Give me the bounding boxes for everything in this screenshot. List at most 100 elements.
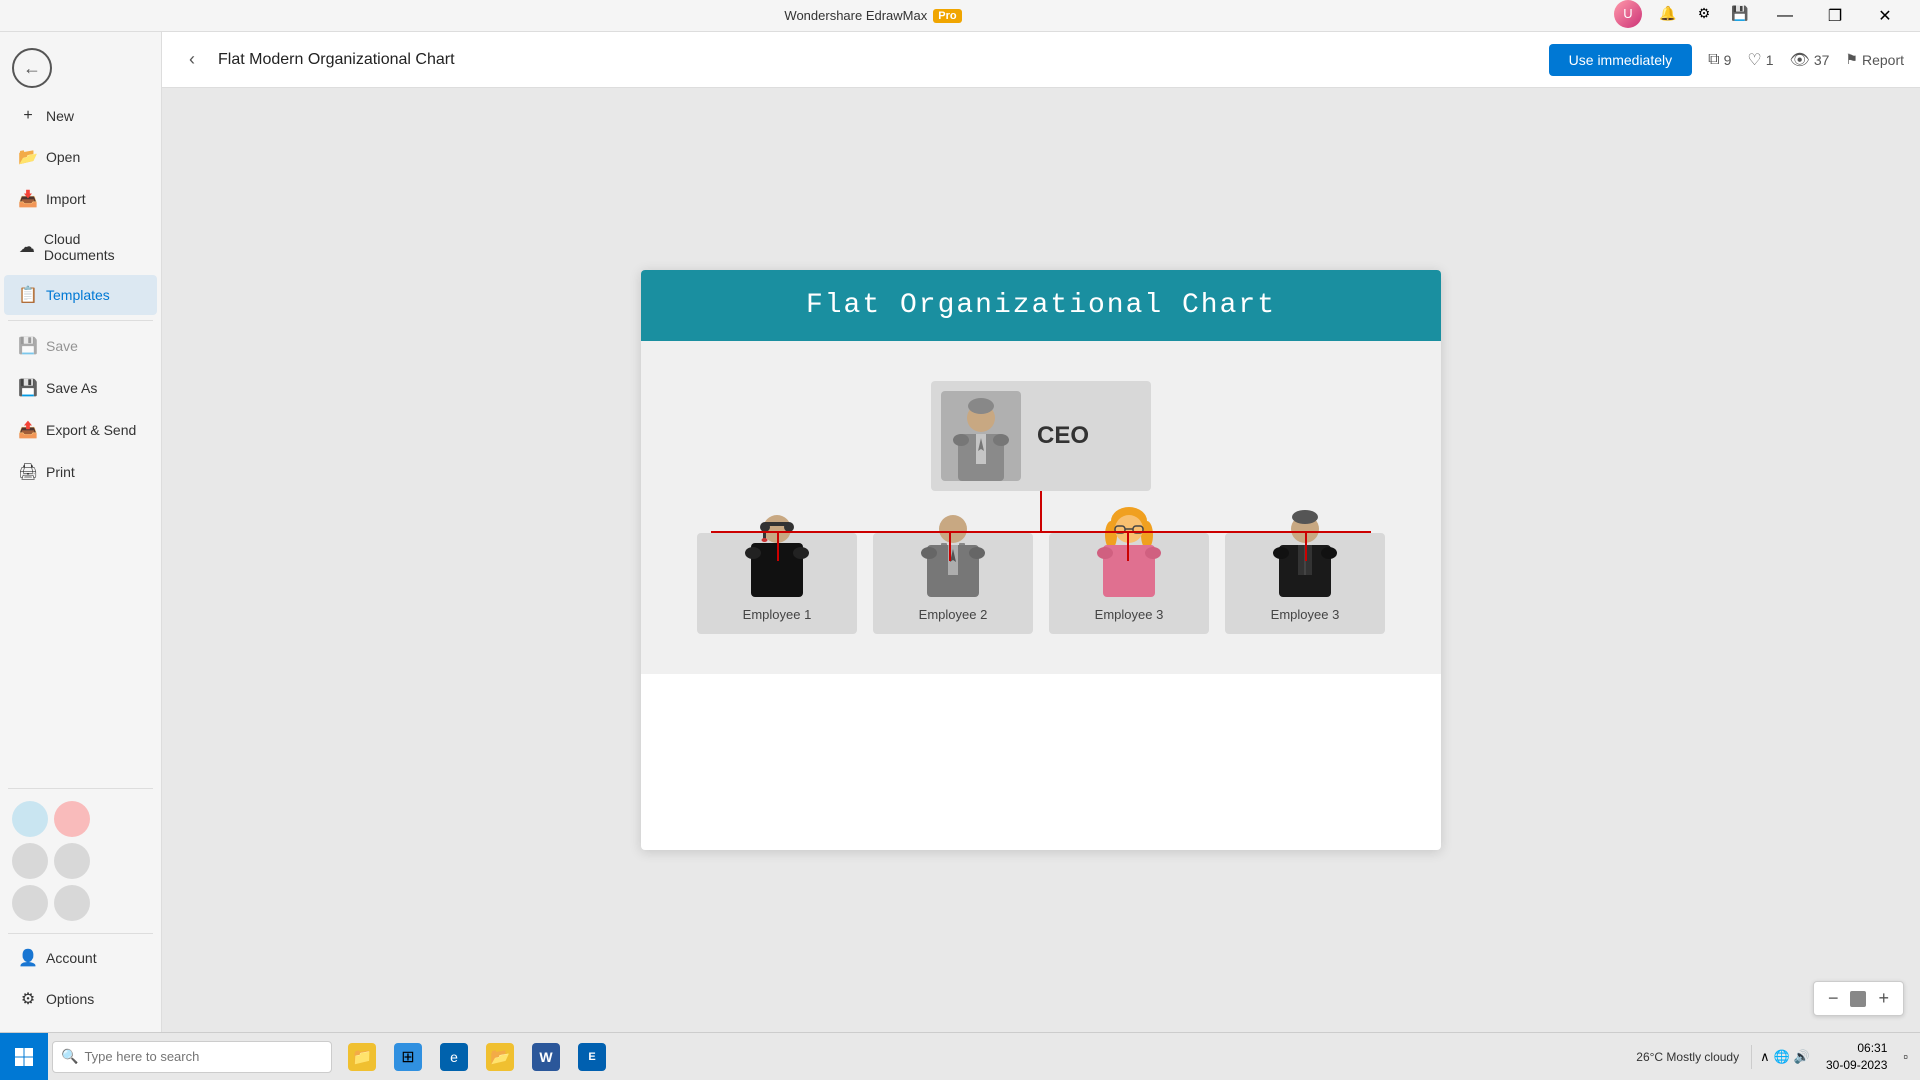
save-menu-icon: 💾 [18, 336, 38, 356]
zoom-out-button[interactable]: − [1824, 986, 1843, 1011]
sidebar-item-print-label: Print [46, 464, 75, 480]
chart-content: CEO [641, 341, 1441, 674]
sidebar-item-save-label: Save [46, 338, 78, 354]
zoom-in-button[interactable]: + [1874, 986, 1893, 1011]
systray: 26°C Mostly cloudy [1628, 1050, 1747, 1064]
sidebar-divider-3 [8, 933, 153, 934]
taskbar-icon-edge[interactable]: e [432, 1035, 476, 1079]
preview-area: ‹ Flat Modern Organizational Chart Use i… [162, 32, 1920, 1032]
preview-title: Flat Modern Organizational Chart [218, 51, 1537, 69]
horizontal-connector [711, 531, 1371, 533]
employee-avatar-2 [913, 517, 993, 597]
minimize-button[interactable]: — [1762, 0, 1808, 32]
volume-icon[interactable]: 🔊 [1794, 1049, 1810, 1065]
sidebar-item-export[interactable]: 📤 Export & Send [4, 410, 157, 450]
employee-3-figure [1089, 507, 1169, 597]
start-button[interactable] [0, 1033, 48, 1080]
sidebar-item-import[interactable]: 📥 Import [4, 179, 157, 219]
notification-icon[interactable]: 🔔 [1654, 0, 1682, 28]
branch-3 [1127, 531, 1129, 561]
views-stat: 👁 37 [1790, 50, 1830, 70]
clock-date: 30-09-2023 [1826, 1057, 1887, 1074]
network-icon[interactable]: 🌐 [1774, 1049, 1790, 1065]
sidebar-item-new[interactable]: + New [4, 97, 157, 135]
taskbar-icon-taskview[interactable]: ⊞ [386, 1035, 430, 1079]
sidebar-item-templates[interactable]: 📋 Templates [4, 275, 157, 315]
search-input[interactable] [84, 1049, 304, 1064]
sidebar-item-saveas-label: Save As [46, 380, 97, 396]
settings-icon[interactable]: ⚙ [1690, 0, 1718, 28]
taskbar-search-icon: 🔍 [61, 1048, 78, 1065]
options-icon: ⚙ [18, 989, 38, 1009]
taskbar-icon-explorer[interactable]: 📁 [340, 1035, 384, 1079]
taskbar-search[interactable]: 🔍 [52, 1041, 332, 1073]
sidebar-item-account[interactable]: 👤 Account [4, 938, 157, 978]
taskbar-icon-edrawmax[interactable]: E [570, 1035, 614, 1079]
preview-back-button[interactable]: ‹ [178, 46, 206, 74]
employee-box-2: Employee 2 [873, 533, 1033, 634]
preview-actions: Use immediately ⧉ 9 ♡ 1 👁 37 ⚑ [1549, 44, 1904, 76]
back-button[interactable]: ← [12, 48, 52, 88]
restore-button[interactable]: ❐ [1812, 0, 1858, 32]
employee-avatar-3 [1089, 517, 1169, 597]
sidebar-item-save[interactable]: 💾 Save [4, 326, 157, 366]
export-icon: 📤 [18, 420, 38, 440]
saveas-icon: 💾 [18, 378, 38, 398]
sidebar-item-options-label: Options [46, 991, 94, 1007]
copies-icon: ⧉ [1708, 51, 1719, 69]
edge-icon: e [440, 1043, 468, 1071]
edrawmax-icon: E [578, 1043, 606, 1071]
sidebar-item-open[interactable]: 📂 Open [4, 137, 157, 177]
sidebar-item-export-label: Export & Send [46, 422, 136, 438]
likes-stat: ♡ 1 [1747, 50, 1773, 70]
preview-back-icon: ‹ [189, 49, 195, 70]
ceo-box: CEO [931, 381, 1151, 491]
close-button[interactable]: ✕ [1862, 0, 1908, 32]
taskbar-icon-files[interactable]: 📂 [478, 1035, 522, 1079]
main-content: ← + New 📂 Open 📥 Import ☁ Cloud Document… [0, 32, 1920, 1032]
chevron-up-icon[interactable]: ∧ [1760, 1049, 1770, 1065]
employee-box-3: Employee 3 [1049, 533, 1209, 634]
pro-badge: Pro [933, 9, 961, 23]
ceo-avatar [941, 391, 1021, 481]
sidebar-divider-1 [8, 320, 153, 321]
cloud-icon: ☁ [18, 237, 36, 257]
use-immediately-button[interactable]: Use immediately [1549, 44, 1692, 76]
report-button[interactable]: ⚑ Report [1845, 51, 1904, 68]
import-icon: 📥 [18, 189, 38, 209]
sidebar-bottom: 👤 Account ⚙ Options [0, 784, 161, 1032]
user-avatar: U [1614, 0, 1642, 28]
systray-divider [1751, 1045, 1752, 1069]
org-chart-title-bar: Flat Organizational Chart [641, 270, 1441, 341]
account-icon: 👤 [18, 948, 38, 968]
sidebar-item-saveas[interactable]: 💾 Save As [4, 368, 157, 408]
copies-stat: ⧉ 9 [1708, 51, 1731, 69]
taskbar: 🔍 📁 ⊞ e 📂 W E 26°C Mostly cloudy [0, 1032, 1920, 1080]
sidebar: ← + New 📂 Open 📥 Import ☁ Cloud Document… [0, 32, 162, 1032]
sidebar-item-print[interactable]: 🖨 Print [4, 452, 157, 492]
employee-col-3: Employee 3 [1049, 533, 1209, 634]
taskbar-clock[interactable]: 06:31 30-09-2023 [1818, 1040, 1895, 1074]
systray-icons: ∧ 🌐 🔊 [1756, 1049, 1814, 1065]
sidebar-item-account-label: Account [46, 950, 97, 966]
clock-time: 06:31 [1826, 1040, 1887, 1057]
weather-text: 26°C Mostly cloudy [1636, 1050, 1739, 1064]
employee-label-1: Employee 1 [743, 607, 812, 622]
taskbar-icons: 📁 ⊞ e 📂 W E [340, 1035, 614, 1079]
sidebar-divider-2 [8, 788, 153, 789]
canvas-area: Flat Organizational Chart [162, 88, 1920, 1032]
windows-logo [14, 1047, 34, 1067]
word-icon: W [532, 1043, 560, 1071]
new-icon: + [18, 107, 38, 125]
sidebar-item-import-label: Import [46, 191, 86, 207]
sidebar-item-cloud[interactable]: ☁ Cloud Documents [4, 221, 157, 273]
sidebar-item-options[interactable]: ⚙ Options [4, 979, 157, 1019]
taskbar-icon-word[interactable]: W [524, 1035, 568, 1079]
save-icon[interactable]: 💾 [1726, 0, 1754, 28]
ceo-figure [946, 396, 1016, 481]
show-desktop-button[interactable]: ▫ [1899, 1049, 1912, 1064]
sidebar-item-templates-label: Templates [46, 287, 110, 303]
report-label: Report [1862, 52, 1904, 68]
templates-icon: 📋 [18, 285, 38, 305]
title-bar: Wondershare EdrawMax Pro U 🔔 ⚙ 💾 — ❐ ✕ [0, 0, 1920, 32]
